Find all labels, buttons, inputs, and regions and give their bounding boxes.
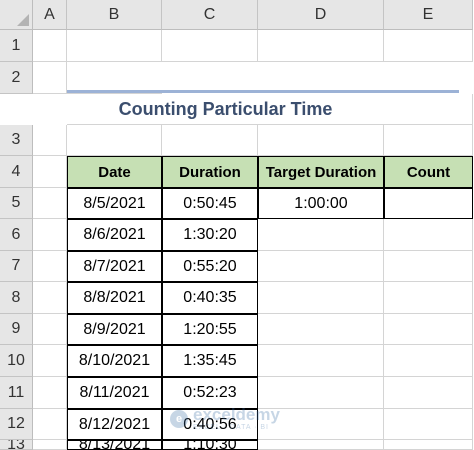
cell-e2[interactable] <box>384 94 473 125</box>
cell-a13[interactable] <box>33 440 67 450</box>
duration-cell[interactable]: 0:40:35 <box>162 282 258 314</box>
row-header-12[interactable]: 12 <box>0 409 33 440</box>
cell-d1[interactable] <box>258 30 384 62</box>
row-header-5[interactable]: 5 <box>0 188 33 219</box>
cell-d13[interactable] <box>258 440 384 450</box>
date-cell[interactable]: 8/10/2021 <box>67 345 162 377</box>
column-header-e[interactable]: E <box>384 0 473 30</box>
cell-a4[interactable] <box>33 156 67 188</box>
cell-b1[interactable] <box>67 30 162 62</box>
cell-c3[interactable] <box>162 125 258 156</box>
cell-a11[interactable] <box>33 377 67 409</box>
cell-b3[interactable] <box>67 125 162 156</box>
cell-d9[interactable] <box>258 314 384 345</box>
cell-a3[interactable] <box>33 125 67 156</box>
cell-a7[interactable] <box>33 251 67 282</box>
header-count[interactable]: Count <box>384 156 473 188</box>
date-cell[interactable]: 8/12/2021 <box>67 409 162 440</box>
row-header-4[interactable]: 4 <box>0 156 33 188</box>
cell-e13[interactable] <box>384 440 473 450</box>
cell-a12[interactable] <box>33 409 67 440</box>
cell-e11[interactable] <box>384 377 473 409</box>
cell-e10[interactable] <box>384 345 473 377</box>
select-all-corner[interactable] <box>0 0 33 30</box>
cell-e7[interactable] <box>384 251 473 282</box>
spreadsheet-grid: A B C D E 1 2 Counting Particular Time 3… <box>0 0 474 450</box>
duration-cell[interactable]: 1:35:45 <box>162 345 258 377</box>
column-header-c[interactable]: C <box>162 0 258 30</box>
duration-cell[interactable]: 1:20:55 <box>162 314 258 345</box>
duration-cell[interactable]: 1:10:30 <box>162 440 258 450</box>
cell-e1[interactable] <box>384 30 473 62</box>
cell-d11[interactable] <box>258 377 384 409</box>
header-target-duration[interactable]: Target Duration <box>258 156 384 188</box>
cell-c1[interactable] <box>162 30 258 62</box>
column-header-d[interactable]: D <box>258 0 384 30</box>
cell-d3[interactable] <box>258 125 384 156</box>
duration-cell[interactable]: 0:52:23 <box>162 377 258 409</box>
row-header-1[interactable]: 1 <box>0 30 33 62</box>
cell-d6[interactable] <box>258 219 384 251</box>
count-cell[interactable] <box>384 188 473 219</box>
row-header-9[interactable]: 9 <box>0 314 33 345</box>
date-cell[interactable]: 8/7/2021 <box>67 251 162 282</box>
cell-e6[interactable] <box>384 219 473 251</box>
row-header-3[interactable]: 3 <box>0 125 33 156</box>
cell-e9[interactable] <box>384 314 473 345</box>
cell-a10[interactable] <box>33 345 67 377</box>
date-cell[interactable]: 8/8/2021 <box>67 282 162 314</box>
date-cell[interactable]: 8/5/2021 <box>67 188 162 219</box>
duration-cell[interactable]: 0:50:45 <box>162 188 258 219</box>
duration-cell[interactable]: 0:55:20 <box>162 251 258 282</box>
row-header-6[interactable]: 6 <box>0 219 33 251</box>
row-header-10[interactable]: 10 <box>0 345 33 377</box>
cell-a1[interactable] <box>33 30 67 62</box>
cell-e3[interactable] <box>384 125 473 156</box>
cell-d8[interactable] <box>258 282 384 314</box>
header-date[interactable]: Date <box>67 156 162 188</box>
sheet-title: Counting Particular Time <box>118 98 333 119</box>
cell-e12[interactable] <box>384 409 473 440</box>
date-cell[interactable]: 8/6/2021 <box>67 219 162 251</box>
row-header-2[interactable]: 2 <box>0 62 33 94</box>
date-cell[interactable]: 8/9/2021 <box>67 314 162 345</box>
cell-a6[interactable] <box>33 219 67 251</box>
duration-cell[interactable]: 1:30:20 <box>162 219 258 251</box>
target-duration-cell[interactable]: 1:00:00 <box>258 188 384 219</box>
duration-cell[interactable]: 0:40:56 <box>162 409 258 440</box>
row-header-11[interactable]: 11 <box>0 377 33 409</box>
cell-d10[interactable] <box>258 345 384 377</box>
cell-a8[interactable] <box>33 282 67 314</box>
row-header-13[interactable]: 13 <box>0 440 33 450</box>
cell-d12[interactable] <box>258 409 384 440</box>
column-header-b[interactable]: B <box>67 0 162 30</box>
cell-a9[interactable] <box>33 314 67 345</box>
cell-a5[interactable] <box>33 188 67 219</box>
column-header-a[interactable]: A <box>33 0 67 30</box>
title-underline <box>67 90 459 93</box>
sheet-title-cell[interactable]: Counting Particular Time <box>67 94 384 125</box>
date-cell[interactable]: 8/13/2021 <box>67 440 162 450</box>
header-duration[interactable]: Duration <box>162 156 258 188</box>
row-header-7[interactable]: 7 <box>0 251 33 282</box>
cell-d7[interactable] <box>258 251 384 282</box>
cell-e8[interactable] <box>384 282 473 314</box>
cell-a2[interactable] <box>33 62 67 94</box>
row-header-8[interactable]: 8 <box>0 282 33 314</box>
date-cell[interactable]: 8/11/2021 <box>67 377 162 409</box>
